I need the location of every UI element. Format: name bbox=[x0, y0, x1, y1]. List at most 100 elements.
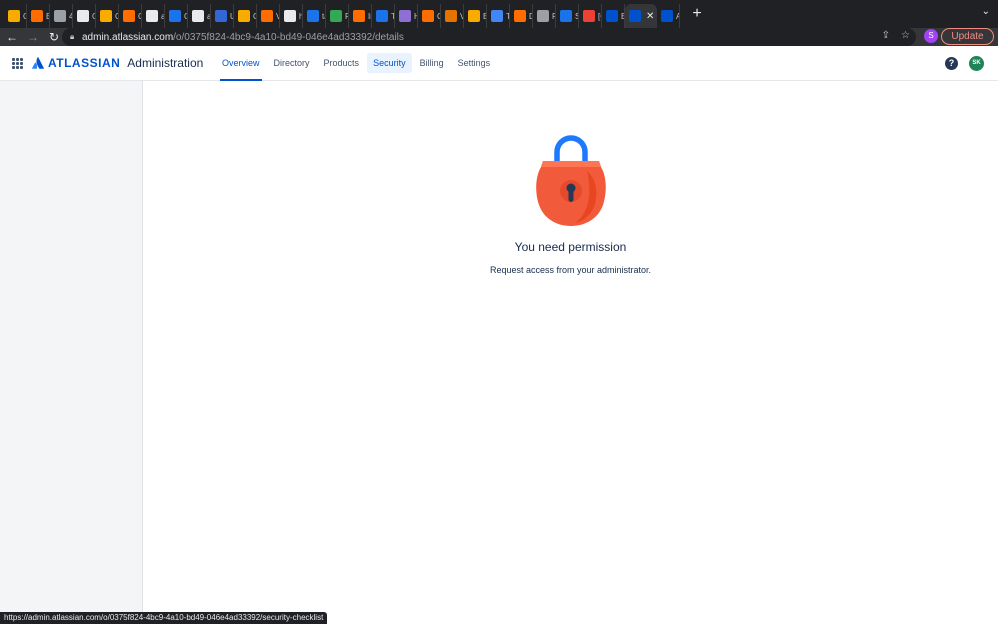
browser-tab[interactable]: En bbox=[464, 4, 487, 28]
nav-tab-settings[interactable]: Settings bbox=[452, 53, 497, 73]
nav-tab-security[interactable]: Security bbox=[367, 53, 412, 73]
tab-search-icon[interactable]: ⌄ bbox=[982, 6, 990, 17]
url-host: admin.atlassian.com bbox=[82, 31, 174, 43]
browser-tab[interactable]: Te bbox=[372, 4, 395, 28]
browser-tab[interactable]: Ta bbox=[487, 4, 510, 28]
browser-tab[interactable]: Us bbox=[211, 4, 234, 28]
tab-title: Ve bbox=[276, 12, 279, 21]
browser-tab[interactable]: av bbox=[142, 4, 165, 28]
bookmark-star-icon[interactable]: ☆ bbox=[901, 30, 910, 41]
atlassian-icon bbox=[629, 10, 641, 22]
tab-title: Us bbox=[230, 12, 233, 21]
active-browser-tab[interactable]: ✕ bbox=[625, 4, 657, 28]
profile-avatar[interactable]: S bbox=[924, 29, 938, 43]
user-avatar[interactable]: SK bbox=[969, 56, 984, 71]
tab-title: ta bbox=[322, 11, 325, 21]
browser-tab[interactable]: Au bbox=[657, 4, 680, 28]
browser-tab[interactable]: 4 | bbox=[50, 4, 73, 28]
browser-tab[interactable]: an bbox=[188, 4, 211, 28]
browser-tab[interactable]: En bbox=[602, 4, 625, 28]
atlassian-logo[interactable]: ATLASSIAN Administration bbox=[32, 56, 203, 70]
browser-tab[interactable]: Im bbox=[349, 4, 372, 28]
browser-tab[interactable]: DI bbox=[510, 4, 533, 28]
share-icon[interactable]: ⇪ bbox=[882, 30, 890, 41]
browser-tab[interactable]: Gi bbox=[73, 4, 96, 28]
nav-tab-billing[interactable]: Billing bbox=[414, 53, 450, 73]
lock-icon: 🔒︎ bbox=[70, 32, 75, 41]
tab-favicon-icon bbox=[330, 10, 342, 22]
top-navigation: Overview Directory Products Security Billing… bbox=[216, 53, 498, 81]
tab-title: ha bbox=[299, 12, 302, 21]
help-icon[interactable]: ? bbox=[945, 57, 958, 70]
tab-title: [C bbox=[598, 11, 601, 21]
tab-favicon-icon bbox=[123, 10, 135, 22]
browser-tab[interactable]: PE bbox=[326, 4, 349, 28]
browser-tab[interactable]: Be bbox=[27, 4, 50, 28]
browser-tab[interactable]: CL bbox=[119, 4, 142, 28]
forward-button[interactable]: → bbox=[24, 28, 42, 46]
logo-wordmark: ATLASSIAN bbox=[48, 56, 121, 70]
tab-favicon-icon bbox=[399, 10, 411, 22]
tab-favicon-icon bbox=[8, 10, 20, 22]
nav-tab-directory[interactable]: Directory bbox=[268, 53, 316, 73]
product-name: Administration bbox=[127, 56, 204, 70]
tab-favicon-icon bbox=[215, 10, 227, 22]
browser-tab[interactable]: Cl bbox=[165, 4, 188, 28]
browser-tab[interactable]: Cr bbox=[4, 4, 27, 28]
tab-favicon-icon bbox=[146, 10, 158, 22]
main-content: You need permission Request access from … bbox=[143, 81, 998, 624]
update-button[interactable]: Update bbox=[941, 28, 994, 45]
tab-title: 4 | bbox=[69, 12, 72, 21]
reload-button[interactable]: ↻ bbox=[45, 28, 63, 46]
tab-favicon-icon bbox=[100, 10, 112, 22]
tab-title: Cc bbox=[437, 12, 440, 21]
app-header: ATLASSIAN Administration Overview Directo… bbox=[0, 46, 998, 81]
tab-favicon-icon bbox=[422, 10, 434, 22]
tab-title: Ta bbox=[506, 12, 509, 21]
browser-tab[interactable]: Re bbox=[533, 4, 556, 28]
tab-title: Te bbox=[391, 12, 394, 21]
status-url-bar: https://admin.atlassian.com/o/0375f824-4… bbox=[0, 612, 328, 624]
address-bar[interactable]: 🔒︎ admin.atlassian.com /o/0375f824-4bc9-… bbox=[62, 28, 916, 46]
nav-tab-overview[interactable]: Overview bbox=[216, 53, 266, 81]
tab-favicon-icon bbox=[491, 10, 503, 22]
back-button[interactable]: ← bbox=[3, 28, 21, 46]
tab-title: av bbox=[161, 12, 164, 21]
tab-title: Cr bbox=[23, 12, 26, 21]
tab-favicon-icon bbox=[284, 10, 296, 22]
tab-favicon-icon bbox=[661, 10, 673, 22]
url-path: /o/0375f824-4bc9-4a10-bd49-046e4ad33392/… bbox=[173, 31, 404, 43]
tab-favicon-icon bbox=[307, 10, 319, 22]
tab-favicon-icon bbox=[606, 10, 618, 22]
tab-favicon-icon bbox=[583, 10, 595, 22]
browser-tab[interactable]: ta bbox=[303, 4, 326, 28]
browser-tab[interactable]: Cc bbox=[418, 4, 441, 28]
browser-tab[interactable]: Ve bbox=[257, 4, 280, 28]
tab-title: En bbox=[621, 12, 624, 21]
tab-title: Hu bbox=[414, 12, 417, 21]
browser-tab[interactable]: Cc bbox=[96, 4, 119, 28]
tab-title: Cc bbox=[115, 12, 118, 21]
tab-favicon-icon bbox=[31, 10, 43, 22]
app-switcher-icon[interactable] bbox=[12, 58, 23, 69]
tab-favicon-icon bbox=[445, 10, 457, 22]
tab-favicon-icon bbox=[537, 10, 549, 22]
tab-title: Be bbox=[46, 12, 49, 21]
tab-favicon-icon bbox=[77, 10, 89, 22]
tab-title: CL bbox=[138, 12, 141, 21]
browser-tab[interactable]: VI bbox=[441, 4, 464, 28]
tab-title: Cc bbox=[253, 12, 256, 21]
new-tab-button[interactable]: + bbox=[688, 5, 706, 23]
tab-title: Gi bbox=[92, 12, 95, 21]
browser-tab[interactable]: Cc bbox=[234, 4, 257, 28]
tab-title: an bbox=[207, 12, 210, 21]
tab-title: PE bbox=[345, 12, 348, 21]
browser-tab[interactable]: Sc bbox=[556, 4, 579, 28]
close-tab-icon[interactable]: ✕ bbox=[646, 11, 654, 22]
browser-tab[interactable]: [C bbox=[579, 4, 602, 28]
nav-tab-products[interactable]: Products bbox=[318, 53, 366, 73]
browser-tab[interactable]: Hu bbox=[395, 4, 418, 28]
tab-title: Au bbox=[676, 12, 679, 21]
tab-title: Re bbox=[552, 12, 555, 21]
browser-tab[interactable]: ha bbox=[280, 4, 303, 28]
